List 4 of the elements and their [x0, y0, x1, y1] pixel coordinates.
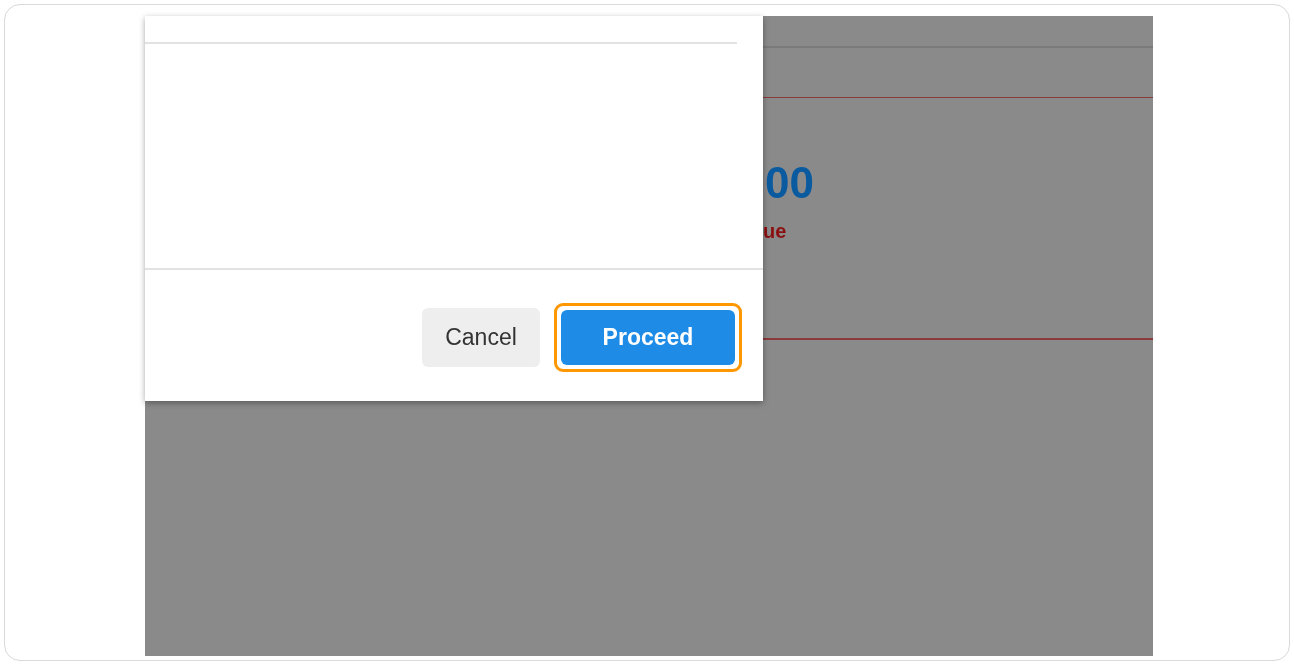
- proceed-button[interactable]: Proceed: [561, 310, 735, 365]
- amount-text: 00: [764, 161, 815, 205]
- status-text: ue: [763, 221, 788, 241]
- cancel-button[interactable]: Cancel: [422, 308, 540, 367]
